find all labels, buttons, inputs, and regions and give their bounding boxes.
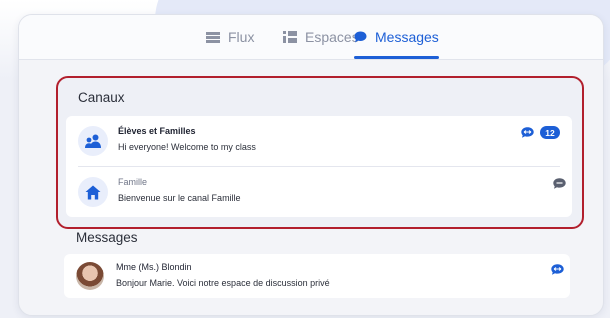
channel-name: Famille	[118, 177, 148, 187]
tab-espaces[interactable]: Espaces	[283, 15, 359, 59]
channel-row-famille[interactable]: Famille Bienvenue sur le canal Famille	[66, 167, 572, 217]
chat-bubble-icon	[521, 127, 534, 138]
chat-bubble-icon	[553, 178, 566, 189]
unread-count-badge: 12	[540, 126, 560, 139]
message-preview: Bonjour Marie. Voici notre espace de dis…	[116, 278, 330, 288]
tab-espaces-label: Espaces	[305, 29, 359, 45]
channels-list: Élèves et Familles Hi everyone! Welcome …	[66, 116, 572, 217]
tab-messages[interactable]: Messages	[354, 15, 439, 59]
channels-title: Canaux	[78, 90, 125, 105]
channel-row-eleves-familles[interactable]: Élèves et Familles Hi everyone! Welcome …	[66, 116, 572, 166]
house-icon	[78, 177, 108, 207]
messages-list: Mme (Ms.) Blondin Bonjour Marie. Voici n…	[64, 254, 570, 298]
group-icon	[78, 126, 108, 156]
chat-bubble-icon	[551, 264, 564, 275]
tab-bar: Flux Espaces Messages	[19, 15, 603, 60]
feed-icon	[206, 31, 220, 43]
tab-messages-label: Messages	[375, 29, 439, 45]
tab-flux-label: Flux	[228, 29, 255, 45]
channel-preview: Hi everyone! Welcome to my class	[118, 142, 256, 152]
channel-name: Élèves et Familles	[118, 126, 196, 136]
tab-flux[interactable]: Flux	[206, 15, 254, 59]
message-bubble-icon	[354, 31, 367, 43]
message-row-blondin[interactable]: Mme (Ms.) Blondin Bonjour Marie. Voici n…	[64, 254, 570, 298]
channels-section: Canaux Élèves et Familles Hi everyone! W…	[56, 76, 584, 229]
messaging-panel: Flux Espaces Messages Canaux Élèves et F…	[18, 14, 604, 316]
spaces-icon	[283, 31, 297, 43]
messages-title: Messages	[76, 230, 138, 245]
sender-name: Mme (Ms.) Blondin	[116, 262, 192, 272]
channel-preview: Bienvenue sur le canal Famille	[118, 193, 241, 203]
user-avatar	[76, 262, 104, 290]
